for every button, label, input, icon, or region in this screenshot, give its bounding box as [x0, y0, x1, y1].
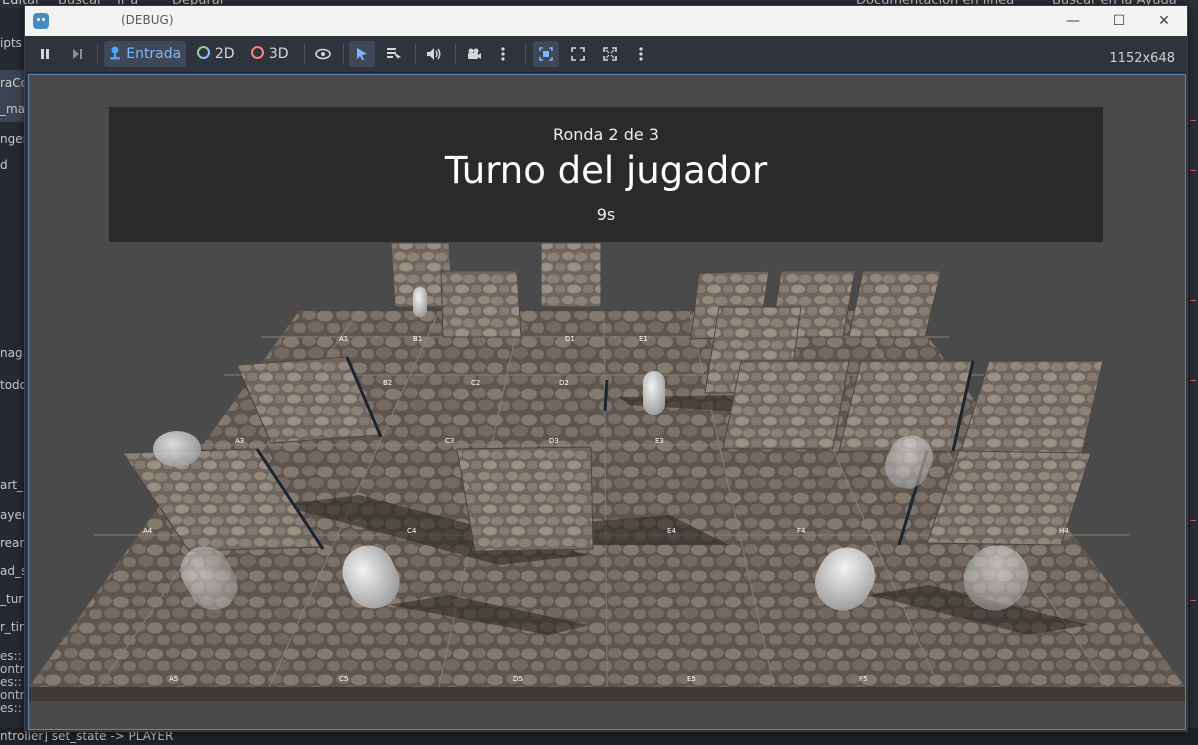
- game-toolbar: Entrada 2D 3D 1152x648: [25, 36, 1187, 73]
- more-options-icon[interactable]: [631, 41, 651, 67]
- maximize-button[interactable]: ☐: [1096, 6, 1142, 36]
- pause-icon[interactable]: [33, 41, 57, 67]
- game-window: (DEBUG) — ☐ ✕ Entrada 2D 3D 1152x648 A5 …: [24, 5, 1188, 732]
- gutter-marker: [1190, 380, 1196, 381]
- list-select-icon[interactable]: [381, 41, 407, 67]
- tile-label: E1: [639, 335, 648, 343]
- gutter-marker: [1190, 600, 1196, 601]
- tile-label: B1: [413, 335, 422, 343]
- tile-label: D3: [549, 437, 559, 445]
- tile-label: H4: [1059, 527, 1069, 535]
- tile-label: E3: [655, 437, 664, 445]
- more-options-icon[interactable]: [493, 41, 513, 67]
- visibility-eye-icon[interactable]: [311, 41, 335, 67]
- tile-label: F5: [859, 675, 867, 683]
- tile-label: A3: [235, 437, 244, 445]
- pawn: [643, 371, 665, 415]
- select-pointer-icon[interactable]: [349, 41, 375, 67]
- round-counter: Ronda 2 de 3: [553, 125, 659, 144]
- input-toggle-button[interactable]: Entrada: [104, 41, 186, 67]
- toolbar-separator: [525, 43, 526, 65]
- node-2d-icon: [197, 46, 211, 59]
- tile-label: A5: [169, 675, 178, 683]
- toolbar-separator: [97, 43, 98, 65]
- tile-label: D2: [559, 379, 569, 387]
- turn-title: Turno del jugador: [444, 149, 768, 192]
- tile-label: D1: [565, 335, 575, 343]
- next-frame-icon[interactable]: [65, 41, 89, 67]
- resolution-readout: 1152x648: [1109, 51, 1175, 66]
- node-3d-icon: [251, 46, 265, 59]
- turn-hud-panel: Ronda 2 de 3 Turno del jugador 9s: [109, 107, 1103, 242]
- audio-speaker-icon[interactable]: [421, 41, 447, 67]
- mode-2d-button[interactable]: 2D: [193, 41, 239, 67]
- tile-label: C5: [339, 675, 348, 683]
- gutter-marker: [1190, 520, 1196, 521]
- pawn: [153, 431, 201, 467]
- tile-label: E5: [687, 675, 696, 683]
- toolbar-separator: [415, 43, 416, 65]
- tile-label: A1: [339, 335, 348, 343]
- pawn: [413, 287, 427, 317]
- tile-label: C2: [471, 379, 480, 387]
- tile-label: A4: [143, 527, 153, 535]
- camera-override-icon[interactable]: [461, 41, 487, 67]
- tile-label: E4: [667, 527, 676, 535]
- tile-label: F4: [797, 527, 806, 535]
- mode-2d-label: 2D: [214, 46, 235, 62]
- tile-label: C4: [407, 527, 417, 535]
- gutter-marker: [1190, 120, 1196, 121]
- window-title: (DEBUG): [121, 13, 174, 27]
- mode-3d-label: 3D: [268, 46, 289, 62]
- gutter-marker: [1190, 170, 1196, 171]
- tile-label: D5: [513, 675, 523, 683]
- input-toggle-label: Entrada: [126, 46, 182, 62]
- toolbar-separator: [455, 43, 456, 65]
- minimize-button[interactable]: —: [1050, 6, 1096, 36]
- fit-aspect-icon[interactable]: [565, 41, 591, 67]
- window-titlebar[interactable]: (DEBUG) — ☐ ✕: [25, 6, 1187, 36]
- close-button[interactable]: ✕: [1141, 6, 1187, 36]
- game-viewport[interactable]: A5 C5 D5 E5 F5 A4 C4 E4 F4 H4 A3 C3 D3 E…: [28, 74, 1186, 730]
- gutter-marker: [1190, 300, 1196, 301]
- turn-timer: 9s: [596, 205, 616, 224]
- toolbar-separator: [304, 43, 305, 65]
- stretch-icon[interactable]: [597, 41, 623, 67]
- toolbar-separator: [343, 43, 344, 65]
- embed-focus-icon[interactable]: [533, 41, 559, 67]
- godot-icon: [33, 13, 49, 29]
- mode-3d-button[interactable]: 3D: [247, 41, 293, 67]
- tile-label: B2: [383, 379, 392, 387]
- board-edge: [29, 687, 1185, 701]
- joystick-icon: [109, 46, 120, 60]
- tile-label: C3: [445, 437, 454, 445]
